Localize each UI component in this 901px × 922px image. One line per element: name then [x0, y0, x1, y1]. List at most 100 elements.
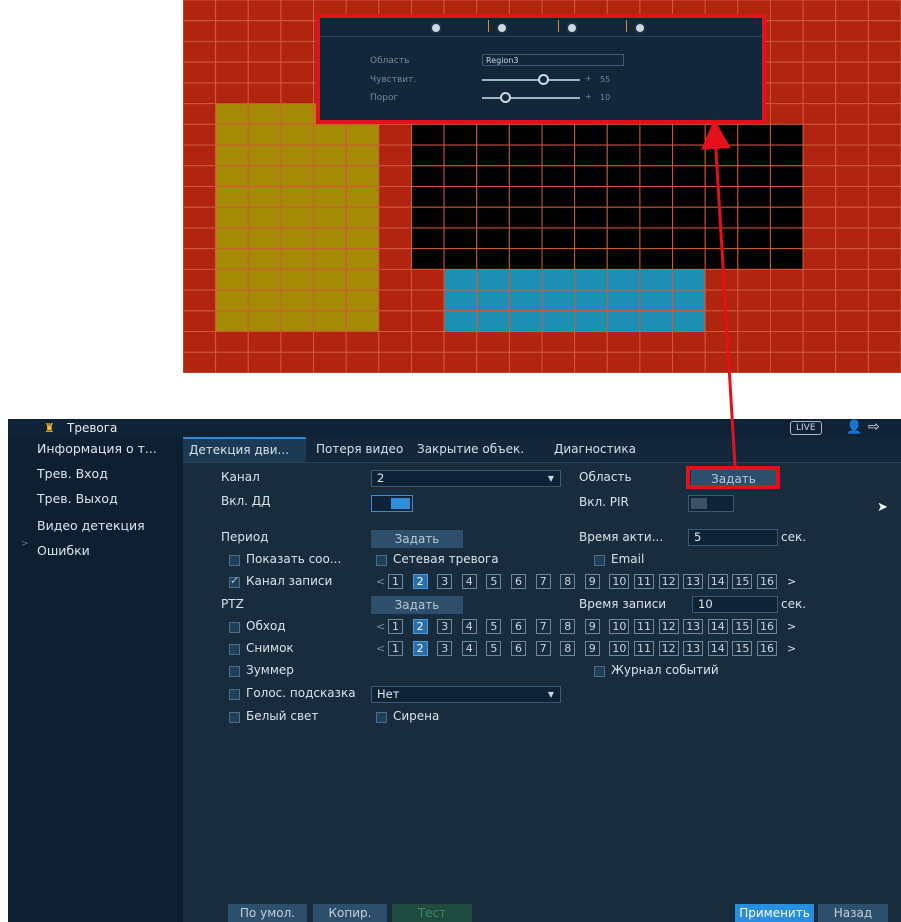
grid-cell[interactable]: [410, 268, 445, 291]
grid-cell[interactable]: [606, 186, 641, 208]
snap-channel-4[interactable]: 4: [461, 641, 477, 656]
grid-cell[interactable]: [443, 331, 478, 353]
grid-cell[interactable]: [215, 310, 249, 333]
snapshot-prev-button[interactable]: <: [376, 642, 385, 655]
grid-cell[interactable]: [183, 289, 217, 312]
grid-cell[interactable]: [280, 0, 315, 22]
grid-cell[interactable]: [280, 61, 315, 84]
grid-cell[interactable]: [639, 186, 674, 208]
rec-channel-16[interactable]: 16: [757, 574, 777, 589]
tour-channel-4[interactable]: 4: [461, 619, 477, 634]
rec-channel-6[interactable]: 6: [511, 574, 526, 589]
grid-cell[interactable]: [280, 40, 315, 63]
grid-cell[interactable]: [737, 144, 771, 167]
grid-cell[interactable]: [639, 331, 674, 353]
grid-cell[interactable]: [639, 310, 674, 333]
grid-cell[interactable]: [247, 248, 282, 270]
grid-cell[interactable]: [672, 331, 706, 353]
grid-cell[interactable]: [802, 40, 837, 63]
tour-channel-14[interactable]: 14: [707, 619, 728, 634]
period-set-button[interactable]: Задать: [371, 530, 463, 548]
grid-cell[interactable]: [769, 40, 804, 63]
snap-channel-1[interactable]: 1: [388, 641, 403, 656]
grid-cell[interactable]: [183, 103, 217, 125]
grid-cell[interactable]: [280, 310, 315, 333]
grid-cell[interactable]: [802, 0, 837, 22]
grid-cell[interactable]: [802, 103, 837, 125]
grid-cell[interactable]: [280, 268, 315, 291]
snapshot-checkbox[interactable]: [229, 644, 240, 655]
grid-cell[interactable]: [541, 186, 576, 208]
grid-cell[interactable]: [541, 310, 576, 333]
sidebar-item-info[interactable]: Информация о т...: [37, 441, 157, 456]
snap-channel-5[interactable]: 5: [486, 641, 502, 656]
grid-cell[interactable]: [704, 351, 739, 373]
grid-cell[interactable]: [769, 186, 804, 208]
grid-cell[interactable]: [476, 227, 510, 250]
grid-cell[interactable]: [574, 165, 608, 187]
grid-cell[interactable]: [835, 289, 869, 312]
grid-cell[interactable]: [835, 351, 869, 373]
grid-cell[interactable]: [574, 268, 608, 291]
grid-cell[interactable]: [345, 310, 380, 333]
grid-cell[interactable]: [183, 82, 217, 105]
grid-cell[interactable]: [247, 144, 282, 167]
grid-cell[interactable]: [378, 310, 412, 333]
grid-cell[interactable]: [508, 186, 543, 208]
grid-cell[interactable]: [215, 82, 249, 105]
white-light-checkbox[interactable]: [229, 712, 240, 723]
grid-cell[interactable]: [345, 351, 380, 373]
grid-cell[interactable]: [247, 61, 282, 84]
grid-cell[interactable]: [476, 351, 510, 373]
grid-cell[interactable]: [410, 165, 445, 187]
voice-prompt-checkbox[interactable]: [229, 689, 240, 700]
grid-cell[interactable]: [769, 165, 804, 187]
grid-cell[interactable]: [737, 289, 771, 312]
record-prev-button[interactable]: <: [376, 575, 385, 588]
grid-cell[interactable]: [280, 206, 315, 229]
grid-cell[interactable]: [378, 268, 412, 291]
grid-cell[interactable]: [183, 165, 217, 187]
grid-cell[interactable]: [345, 227, 380, 250]
grid-cell[interactable]: [802, 206, 837, 229]
grid-cell[interactable]: [867, 61, 901, 84]
grid-cell[interactable]: [183, 144, 217, 167]
grid-cell[interactable]: [508, 227, 543, 250]
grid-cell[interactable]: [183, 123, 217, 146]
logout-icon[interactable]: ⇨: [868, 419, 880, 435]
snap-channel-13[interactable]: 13: [683, 641, 704, 656]
grid-cell[interactable]: [508, 144, 543, 167]
sidebar-item-alarm-out[interactable]: Трев. Выход: [37, 491, 118, 506]
grid-cell[interactable]: [443, 165, 478, 187]
grid-cell[interactable]: [672, 351, 706, 373]
snap-channel-10[interactable]: 10: [609, 641, 630, 656]
grid-cell[interactable]: [313, 268, 347, 291]
grid-cell[interactable]: [704, 248, 739, 270]
grid-cell[interactable]: [672, 289, 706, 312]
grid-cell[interactable]: [835, 144, 869, 167]
grid-cell[interactable]: [639, 206, 674, 229]
region-3-icon[interactable]: [566, 22, 578, 34]
snap-channel-9[interactable]: 9: [584, 641, 600, 656]
grid-cell[interactable]: [606, 248, 641, 270]
grid-cell[interactable]: [737, 331, 771, 353]
grid-cell[interactable]: [541, 123, 576, 146]
grid-cell[interactable]: [835, 310, 869, 333]
tour-channel-11[interactable]: 11: [634, 619, 654, 634]
tour-channel-3[interactable]: 3: [437, 619, 453, 634]
grid-cell[interactable]: [313, 227, 347, 250]
grid-cell[interactable]: [313, 351, 347, 373]
grid-cell[interactable]: [508, 165, 543, 187]
grid-cell[interactable]: [410, 144, 445, 167]
grid-cell[interactable]: [541, 144, 576, 167]
snap-channel-7[interactable]: 7: [535, 641, 551, 656]
grid-cell[interactable]: [704, 310, 739, 333]
grid-cell[interactable]: [313, 331, 347, 353]
grid-cell[interactable]: [280, 289, 315, 312]
grid-cell[interactable]: [737, 310, 771, 333]
grid-cell[interactable]: [704, 268, 739, 291]
grid-cell[interactable]: [737, 123, 771, 146]
grid-cell[interactable]: [802, 123, 837, 146]
grid-cell[interactable]: [737, 351, 771, 373]
grid-cell[interactable]: [247, 20, 282, 42]
